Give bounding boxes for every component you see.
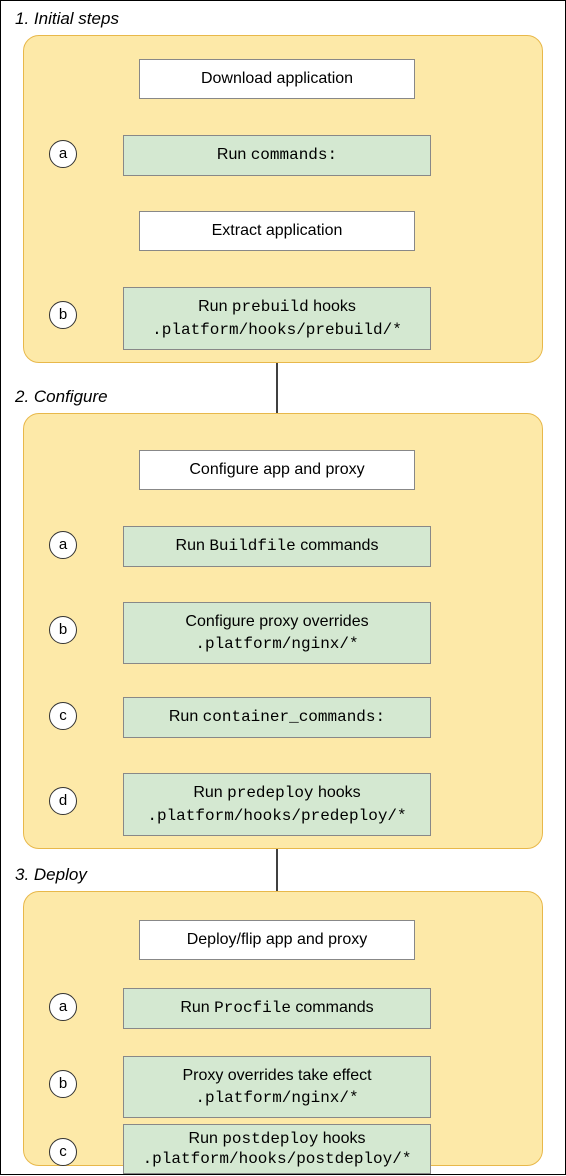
bullet-2b: b	[49, 616, 77, 644]
bullet-1a: a	[49, 140, 77, 168]
step-text-pre: Run	[169, 708, 203, 725]
section-1-title: 1. Initial steps	[15, 9, 119, 29]
step-text-pre: Run	[189, 1130, 223, 1147]
bullet-3b: b	[49, 1070, 77, 1098]
flow-diagram: 1. Initial steps Download application a …	[0, 0, 566, 1175]
step-text-mid: container_commands:	[203, 708, 385, 726]
step-subtext: .platform/nginx/*	[195, 1089, 358, 1107]
bullet-2c: c	[49, 702, 77, 730]
step-text: Download application	[201, 70, 353, 87]
step-text-pre: Run	[180, 999, 214, 1016]
step-text-pre: Run	[193, 784, 227, 801]
step-text-mid: Buildfile	[209, 537, 295, 555]
step-configure-app-proxy: Configure app and proxy	[139, 450, 415, 490]
step-text: Configure proxy overrides	[185, 613, 368, 630]
step-text-post: hooks	[309, 298, 356, 315]
section-2-title: 2. Configure	[15, 387, 108, 407]
step-run-commands: Run commands:	[123, 135, 431, 176]
step-run-container-commands: Run container_commands:	[123, 697, 431, 738]
step-text-post: commands	[291, 999, 374, 1016]
step-text-mid: prebuild	[232, 298, 309, 316]
step-text-post: hooks	[318, 1130, 365, 1147]
step-subtext: .platform/nginx/*	[195, 635, 358, 653]
bullet-3a: a	[49, 993, 77, 1021]
bullet-1b: b	[49, 301, 77, 329]
step-proxy-overrides-effect: Proxy overrides take effect .platform/ng…	[123, 1056, 431, 1118]
step-text-mid: Procfile	[214, 999, 291, 1017]
step-text-post: commands	[296, 537, 379, 554]
step-text-mid: predeploy	[227, 784, 313, 802]
section-3-title: 3. Deploy	[15, 865, 87, 885]
step-run-prebuild-hooks: Run prebuild hooks .platform/hooks/prebu…	[123, 287, 431, 350]
step-text: Extract application	[212, 222, 343, 239]
step-text-pre: Run	[198, 298, 232, 315]
step-text: Configure app and proxy	[189, 461, 364, 478]
step-deploy-flip: Deploy/flip app and proxy	[139, 920, 415, 960]
step-run-postdeploy-hooks: Run postdeploy hooks .platform/hooks/pos…	[123, 1124, 431, 1174]
step-text-post: hooks	[314, 784, 361, 801]
step-text-mid: commands:	[251, 146, 337, 164]
step-configure-proxy-overrides: Configure proxy overrides .platform/ngin…	[123, 602, 431, 664]
step-extract-application: Extract application	[139, 211, 415, 251]
step-download-application: Download application	[139, 59, 415, 99]
bullet-2a: a	[49, 531, 77, 559]
step-text-mid: postdeploy	[222, 1130, 318, 1148]
step-run-predeploy-hooks: Run predeploy hooks .platform/hooks/pred…	[123, 773, 431, 836]
step-run-buildfile: Run Buildfile commands	[123, 526, 431, 567]
step-subtext: .platform/hooks/prebuild/*	[152, 321, 402, 339]
step-text: Deploy/flip app and proxy	[187, 931, 368, 948]
step-text-pre: Run	[176, 537, 210, 554]
bullet-3c: c	[49, 1138, 77, 1166]
step-text: Proxy overrides take effect	[182, 1067, 371, 1084]
step-subtext: .platform/hooks/predeploy/*	[147, 807, 406, 825]
step-text-pre: Run	[217, 146, 251, 163]
step-subtext: .platform/hooks/postdeploy/*	[143, 1150, 412, 1168]
step-run-procfile: Run Procfile commands	[123, 988, 431, 1029]
bullet-2d: d	[49, 787, 77, 815]
